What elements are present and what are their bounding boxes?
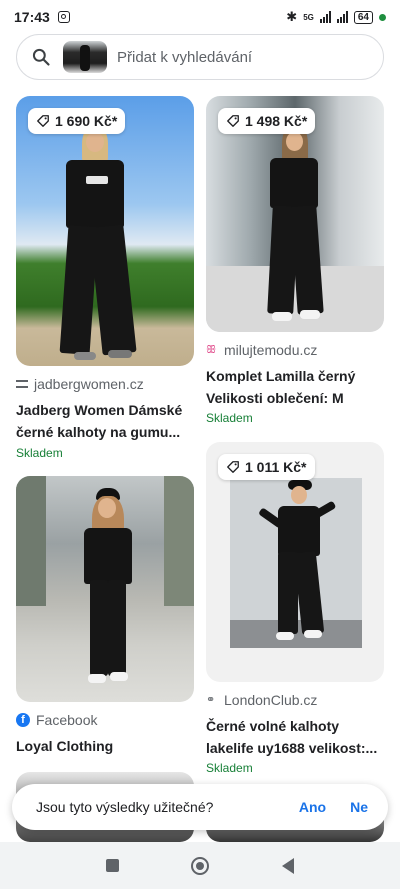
price-tag-icon xyxy=(37,115,49,127)
title-line: Velikosti oblečení: M xyxy=(206,390,344,406)
network-type: 5G xyxy=(303,12,314,22)
price-badge-1: 1 690 Kč* xyxy=(28,108,126,134)
instagram-icon xyxy=(57,11,70,23)
signal-icon-2 xyxy=(336,11,348,23)
price-badge-4: 1 011 Kč* xyxy=(218,454,315,480)
system-nav-bar xyxy=(0,842,400,889)
price-4: 1 011 Kč* xyxy=(245,459,307,475)
site-favicon-icon xyxy=(16,380,28,388)
source-label-3: Facebook xyxy=(36,712,98,728)
price-1: 1 690 Kč* xyxy=(55,113,118,129)
battery-indicator: 64 xyxy=(353,10,373,24)
home-circle-icon[interactable] xyxy=(191,856,210,875)
clock-time: 17:43 xyxy=(14,9,50,25)
status-bar: 17:43 ✱ 5G 64 xyxy=(0,0,400,34)
feedback-no-button[interactable]: Ne xyxy=(350,799,368,815)
title-line: Černé volné kalhoty xyxy=(206,718,340,734)
source-label-4: LondonClub.cz xyxy=(224,692,318,708)
privacy-dot-icon xyxy=(379,13,386,21)
result-title-2[interactable]: Komplet Lamilla černý Velikosti oblečení… xyxy=(206,366,386,408)
feedback-prompt: Jsou tyto výsledky užitečné? Ano Ne xyxy=(12,784,388,830)
result-title-4[interactable]: Černé volné kalhoty lakelife uy1688 veli… xyxy=(206,716,386,758)
title-line: Komplet Lamilla černý xyxy=(206,368,356,384)
stock-status-2: Skladem xyxy=(206,411,253,425)
price-2: 1 498 Kč* xyxy=(245,113,308,129)
recents-square-icon[interactable] xyxy=(106,859,120,872)
title-line: lakelife uy1688 velikost:... xyxy=(206,740,378,756)
search-bar[interactable]: Přidat k vyhledávání xyxy=(16,34,384,80)
feedback-question: Jsou tyto výsledky užitečné? xyxy=(36,799,214,815)
result-image-1[interactable] xyxy=(16,96,194,366)
link-icon: ⚭ xyxy=(206,694,216,706)
stock-status-1: Skladem xyxy=(16,446,63,460)
title-line: černé kalhoty na gumu... xyxy=(16,424,181,440)
result-image-3[interactable] xyxy=(16,476,194,702)
title-line: Jadberg Women Dámské xyxy=(16,402,183,418)
search-icon[interactable] xyxy=(31,47,51,67)
back-triangle-icon[interactable] xyxy=(281,857,294,874)
signal-icon xyxy=(319,11,331,23)
facebook-icon: f xyxy=(16,713,30,727)
price-badge-2: 1 498 Kč* xyxy=(218,108,316,134)
source-2: ꕥ milujtemodu.cz xyxy=(206,342,317,358)
result-title-3[interactable]: Loyal Clothing xyxy=(16,736,196,756)
search-image-thumbnail[interactable] xyxy=(63,41,107,73)
price-tag-icon xyxy=(227,115,239,127)
price-tag-icon xyxy=(227,461,239,473)
source-4: ⚭ LondonClub.cz xyxy=(206,692,317,708)
result-title-1[interactable]: Jadberg Women Dámské černé kalhoty na gu… xyxy=(16,400,196,442)
stock-status-4: Skladem xyxy=(206,761,253,775)
source-label-1: jadbergwomen.cz xyxy=(34,376,144,392)
site-favicon-icon: ꕥ xyxy=(206,344,217,356)
source-1: jadbergwomen.cz xyxy=(16,376,144,392)
title-line: Loyal Clothing xyxy=(16,738,114,754)
bluetooth-icon: ✱ xyxy=(286,9,298,24)
search-placeholder[interactable]: Přidat k vyhledávání xyxy=(117,49,252,66)
source-3: f Facebook xyxy=(16,712,97,728)
source-label-2: milujtemodu.cz xyxy=(224,342,318,358)
feedback-yes-button[interactable]: Ano xyxy=(299,799,326,815)
